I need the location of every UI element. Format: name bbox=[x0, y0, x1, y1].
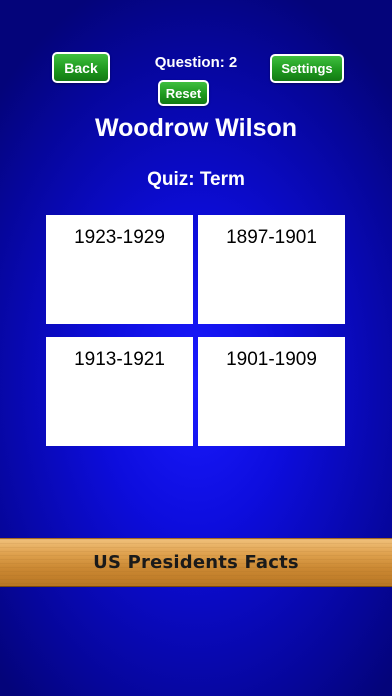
president-name: Woodrow Wilson bbox=[94, 114, 298, 142]
settings-button[interactable]: Settings bbox=[270, 54, 344, 83]
answer-option-1[interactable]: 1923-1929 bbox=[46, 215, 193, 324]
banner-text: US Presidents Facts bbox=[93, 552, 299, 573]
reset-button[interactable]: Reset bbox=[158, 80, 209, 106]
answer-option-2[interactable]: 1897-1901 bbox=[198, 215, 345, 324]
answer-option-3[interactable]: 1913-1921 bbox=[46, 337, 193, 446]
app-title-banner: US Presidents Facts bbox=[0, 538, 392, 587]
answer-option-4[interactable]: 1901-1909 bbox=[198, 337, 345, 446]
quiz-type-label: Quiz: Term bbox=[147, 169, 245, 190]
